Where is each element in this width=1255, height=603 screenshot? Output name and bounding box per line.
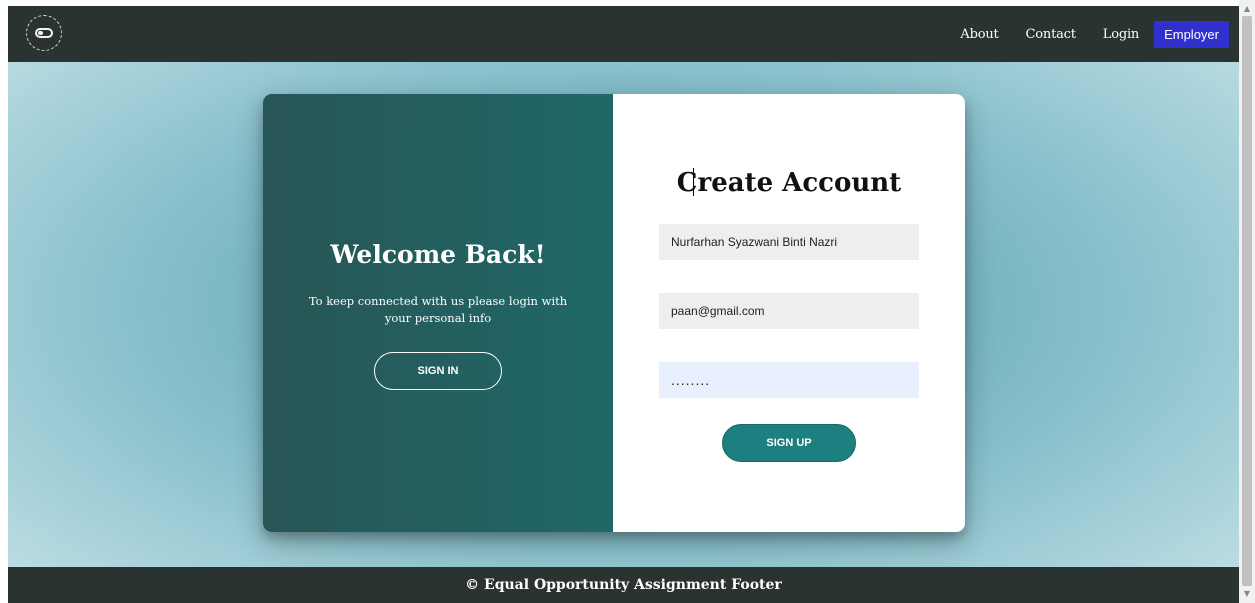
footer: © Equal Opportunity Assignment Footer (8, 567, 1239, 603)
toggle-icon (35, 28, 53, 38)
scroll-down-icon[interactable]: ▼ (1239, 587, 1255, 601)
sign-in-button[interactable]: SIGN IN (374, 352, 502, 390)
create-account-title: Create Account (676, 168, 902, 198)
nav-about-link[interactable]: About (960, 27, 998, 42)
logo-icon[interactable] (26, 15, 62, 51)
password-field[interactable] (659, 362, 919, 398)
nav-employer-button[interactable]: Employer (1154, 21, 1229, 48)
scroll-thumb[interactable] (1242, 16, 1252, 586)
vertical-scrollbar[interactable]: ▲ ▼ (1239, 0, 1255, 603)
email-field[interactable] (659, 293, 919, 329)
signup-panel: Create Account SIGN UP (613, 94, 965, 532)
auth-card: Welcome Back! To keep connected with us … (263, 94, 965, 532)
welcome-panel: Welcome Back! To keep connected with us … (263, 94, 613, 532)
scroll-up-icon[interactable]: ▲ (1239, 2, 1255, 16)
nav-links: About Contact Login Employer (960, 21, 1239, 48)
page: About Contact Login Employer Welcome Bac… (8, 6, 1239, 603)
top-navbar: About Contact Login Employer (8, 6, 1239, 62)
sign-up-button[interactable]: SIGN UP (722, 424, 856, 462)
name-field[interactable] (659, 224, 919, 260)
footer-text: © Equal Opportunity Assignment Footer (465, 577, 782, 593)
nav-contact-link[interactable]: Contact (1026, 27, 1076, 42)
nav-login-link[interactable]: Login (1103, 27, 1140, 42)
welcome-title: Welcome Back! (330, 240, 546, 269)
welcome-text: To keep connected with us please login w… (308, 294, 568, 325)
